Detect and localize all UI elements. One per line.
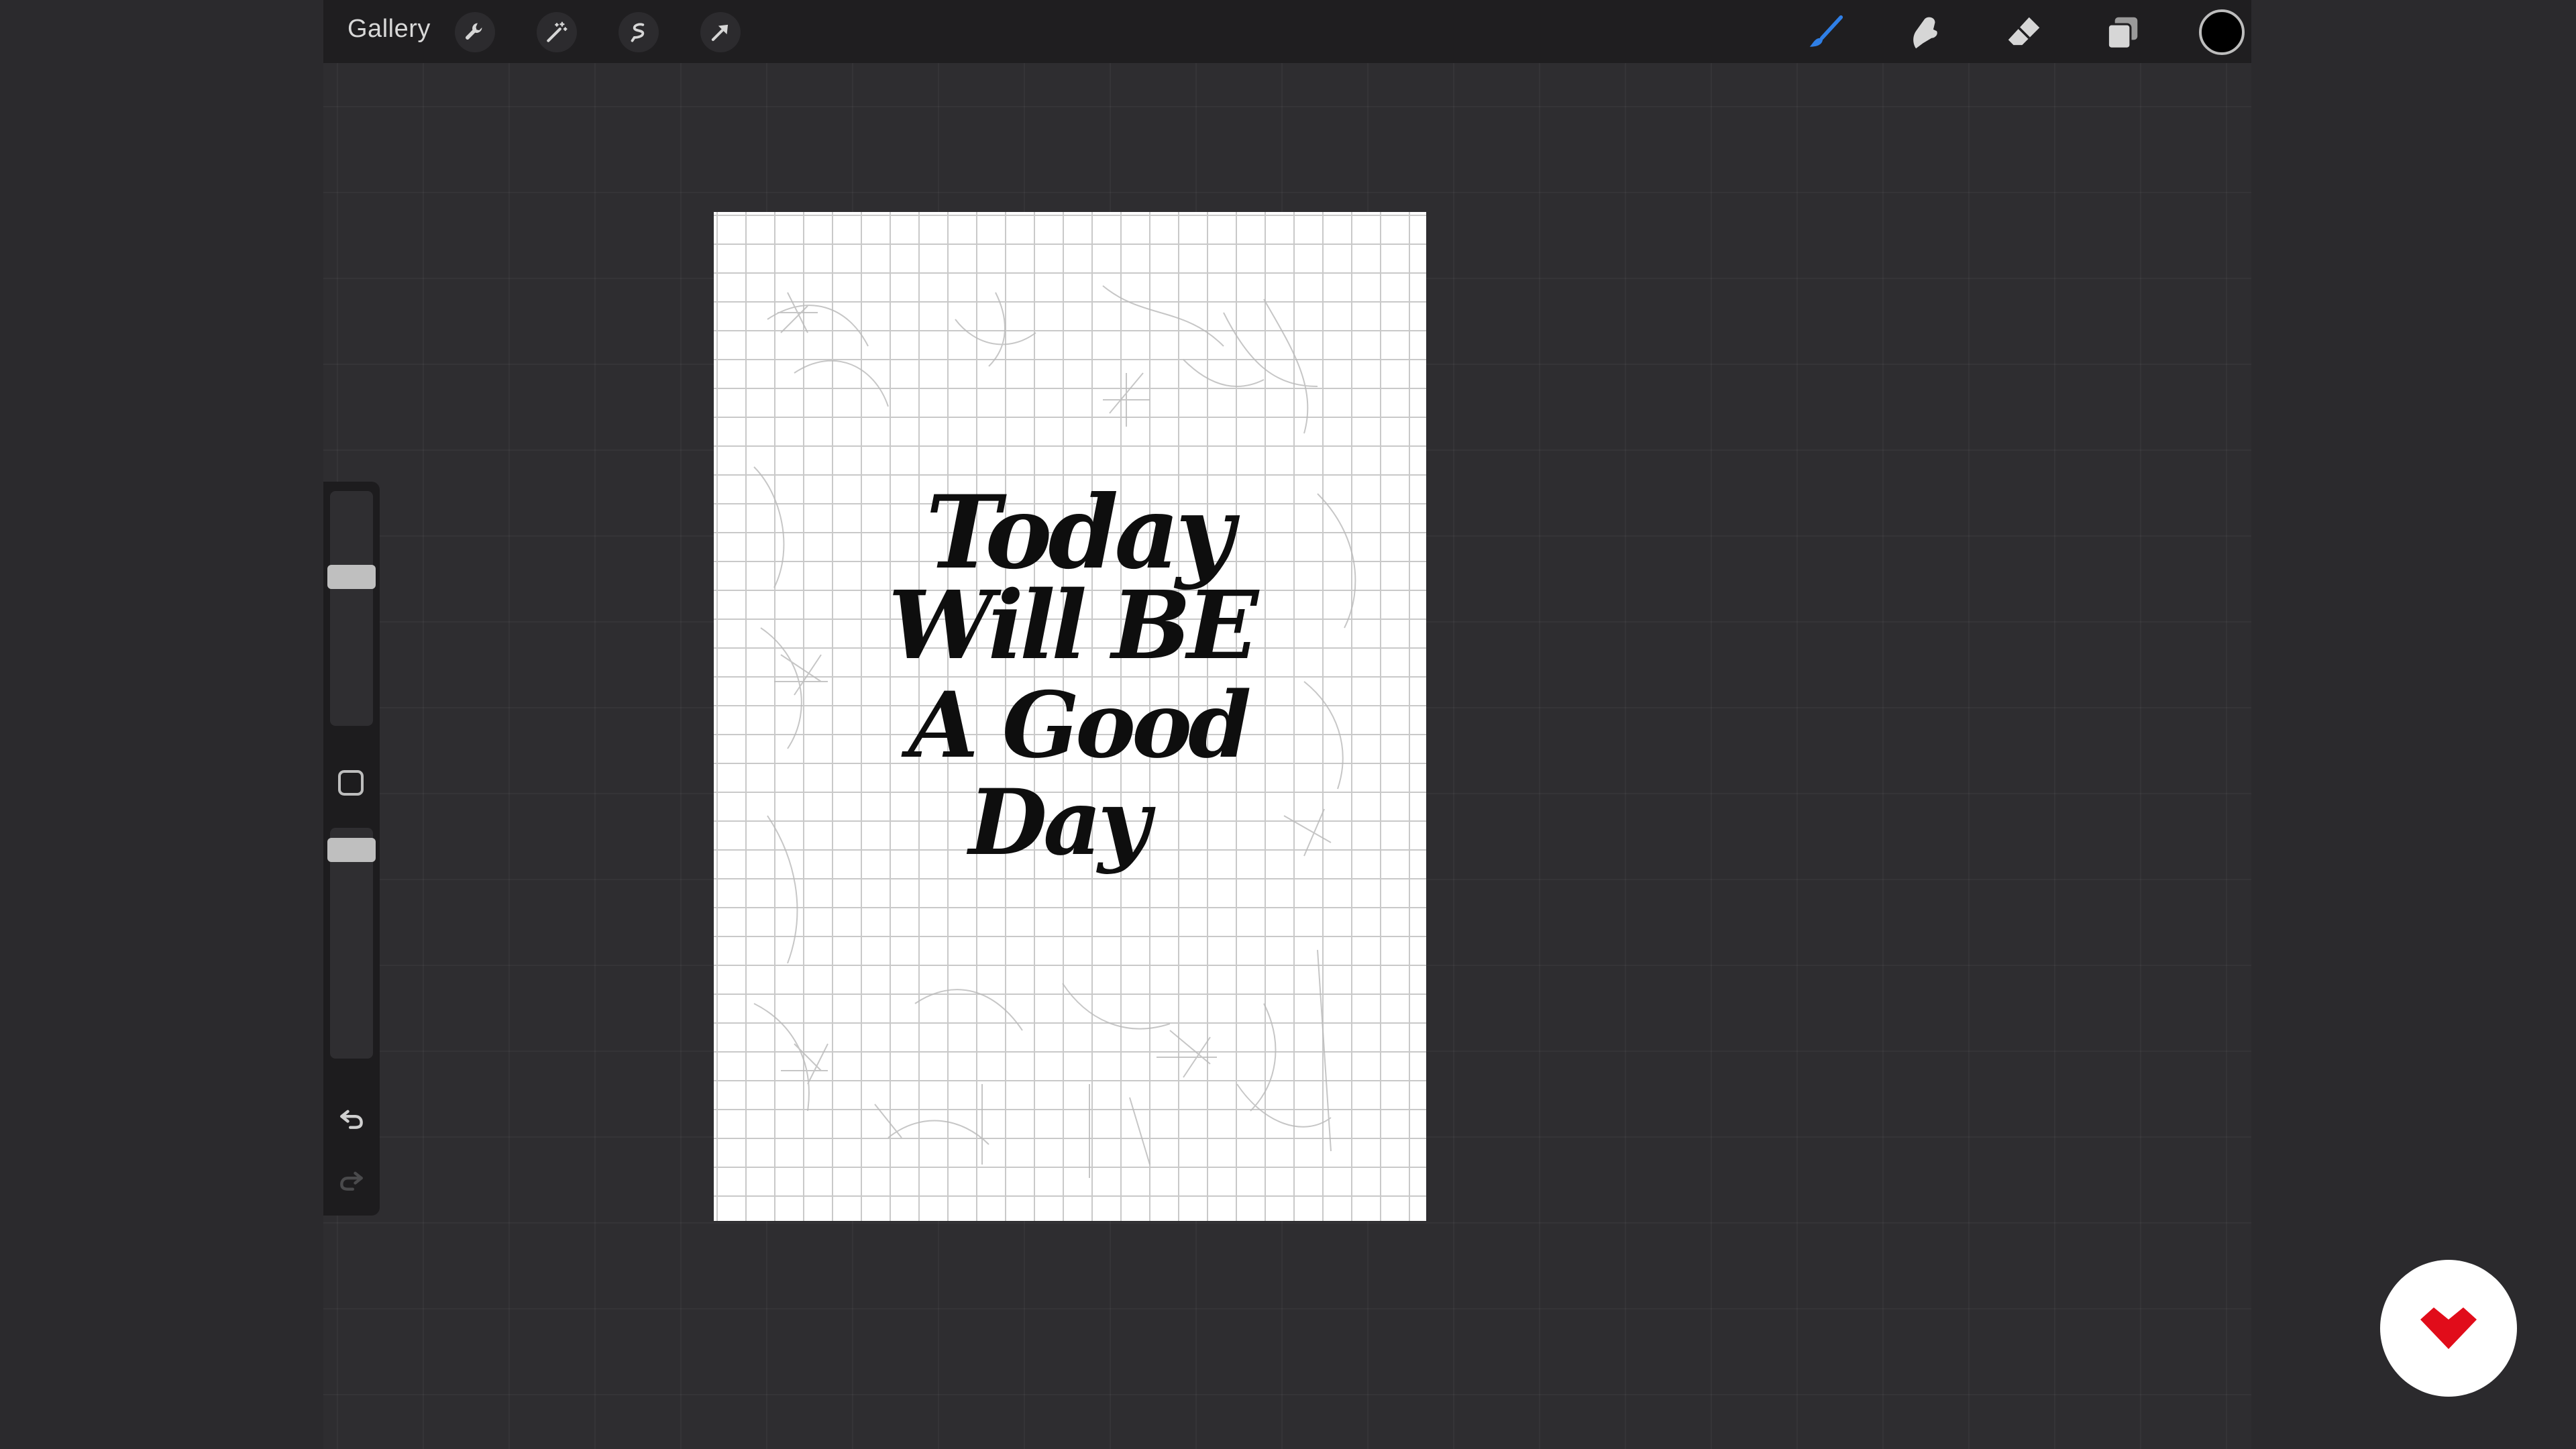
lettering-line-2: Will BE bbox=[888, 571, 1258, 681]
undo-icon[interactable] bbox=[337, 1103, 366, 1132]
left-sidebar bbox=[323, 482, 380, 1216]
transform-arrow-icon[interactable] bbox=[700, 12, 741, 52]
modify-button[interactable] bbox=[338, 770, 364, 796]
screen: Gallery Today Will BE A Good Day bbox=[0, 0, 2576, 1449]
eraser-icon[interactable] bbox=[2000, 9, 2047, 56]
brush-size-thumb[interactable] bbox=[327, 565, 376, 589]
lettering-line-4: Day bbox=[969, 769, 1150, 875]
procreate-workspace: Gallery Today Will BE A Good Day bbox=[323, 0, 2251, 1449]
lettering-line-3: A Good bbox=[908, 672, 1252, 778]
redo-icon[interactable] bbox=[337, 1165, 366, 1194]
brush-size-slider[interactable] bbox=[327, 491, 376, 726]
gallery-button[interactable]: Gallery bbox=[347, 15, 431, 44]
wrench-icon[interactable] bbox=[455, 12, 495, 52]
layers-icon[interactable] bbox=[2098, 9, 2145, 56]
magic-wand-icon[interactable] bbox=[537, 12, 577, 52]
brand-logo-badge bbox=[2380, 1260, 2517, 1397]
brand-logo-icon bbox=[2420, 1307, 2477, 1349]
opacity-slider[interactable] bbox=[327, 828, 376, 1059]
selection-icon[interactable] bbox=[619, 12, 659, 52]
drawing-canvas[interactable]: Today Will BE A Good Day bbox=[714, 212, 1426, 1221]
lettering-artwork: Today Will BE A Good Day bbox=[888, 474, 1264, 876]
opacity-thumb[interactable] bbox=[327, 838, 376, 862]
top-toolbar: Gallery bbox=[323, 0, 2251, 63]
brush-icon[interactable] bbox=[1802, 9, 1849, 56]
smudge-icon[interactable] bbox=[1901, 9, 1948, 56]
color-picker-swatch[interactable] bbox=[2199, 9, 2245, 55]
